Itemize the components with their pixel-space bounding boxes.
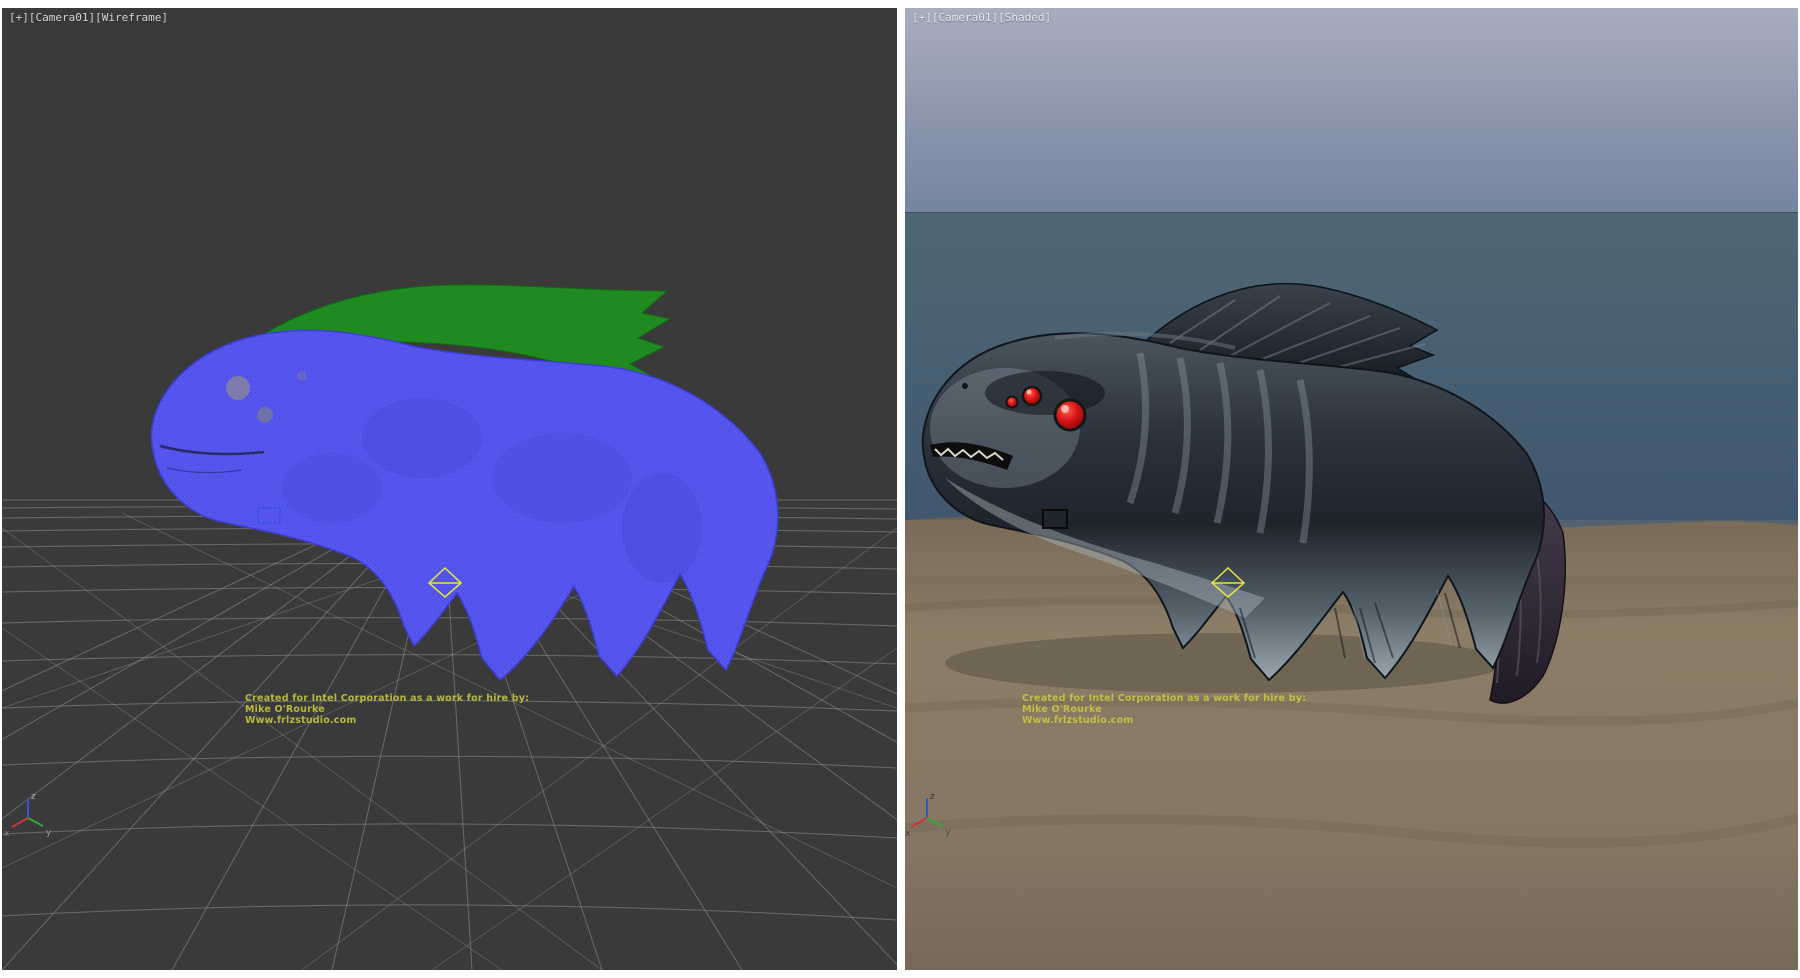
axis-y-label: y [945,828,951,838]
viewport-wireframe[interactable]: z x y [+][Camera01][Wireframe] Created f… [2,8,897,970]
watermark: Created for Intel Corporation as a work … [245,693,529,726]
watermark: Created for Intel Corporation as a work … [1022,693,1306,726]
axis-x-label: x [905,829,911,839]
shaded-scene: z x y [905,8,1798,970]
viewport-menu-open[interactable]: [+] [9,11,29,24]
axis-x-label: x [4,829,10,839]
viewport-menu-shading[interactable]: [Wireframe] [95,11,168,24]
split-viewport-stage: z x y [+][Camera01][Wireframe] Created f… [0,0,1800,978]
viewport-menu-open[interactable]: [+] [912,11,932,24]
viewport-label: [+][Camera01][Wireframe] [9,11,168,24]
watermark-line: Www.frlzstudio.com [1022,715,1306,726]
wireframe-scene: z x y [2,8,897,970]
axis-y-label: y [46,828,52,838]
fish-shadow [945,633,1505,693]
eye-spot [226,376,250,400]
viewport-shaded[interactable]: z x y [+][Camera01][Shaded] Created for … [905,8,1798,970]
viewport-menu-shading[interactable]: [Shaded] [998,11,1051,24]
watermark-line: Created for Intel Corporation as a work … [1022,693,1306,704]
viewport-label: [+][Camera01][Shaded] [912,11,1051,24]
axis-z-label: z [31,792,36,802]
watermark-line: Www.frlzstudio.com [245,715,529,726]
watermark-line: Mike O'Rourke [1022,704,1306,715]
viewport-menu-camera[interactable]: [Camera01] [29,11,95,24]
fish-wireframe-body[interactable] [152,330,778,680]
viewport-menu-camera[interactable]: [Camera01] [932,11,998,24]
watermark-line: Mike O'Rourke [245,704,529,715]
axis-z-label: z [930,792,935,802]
watermark-line: Created for Intel Corporation as a work … [245,693,529,704]
eye-spot [257,407,273,423]
